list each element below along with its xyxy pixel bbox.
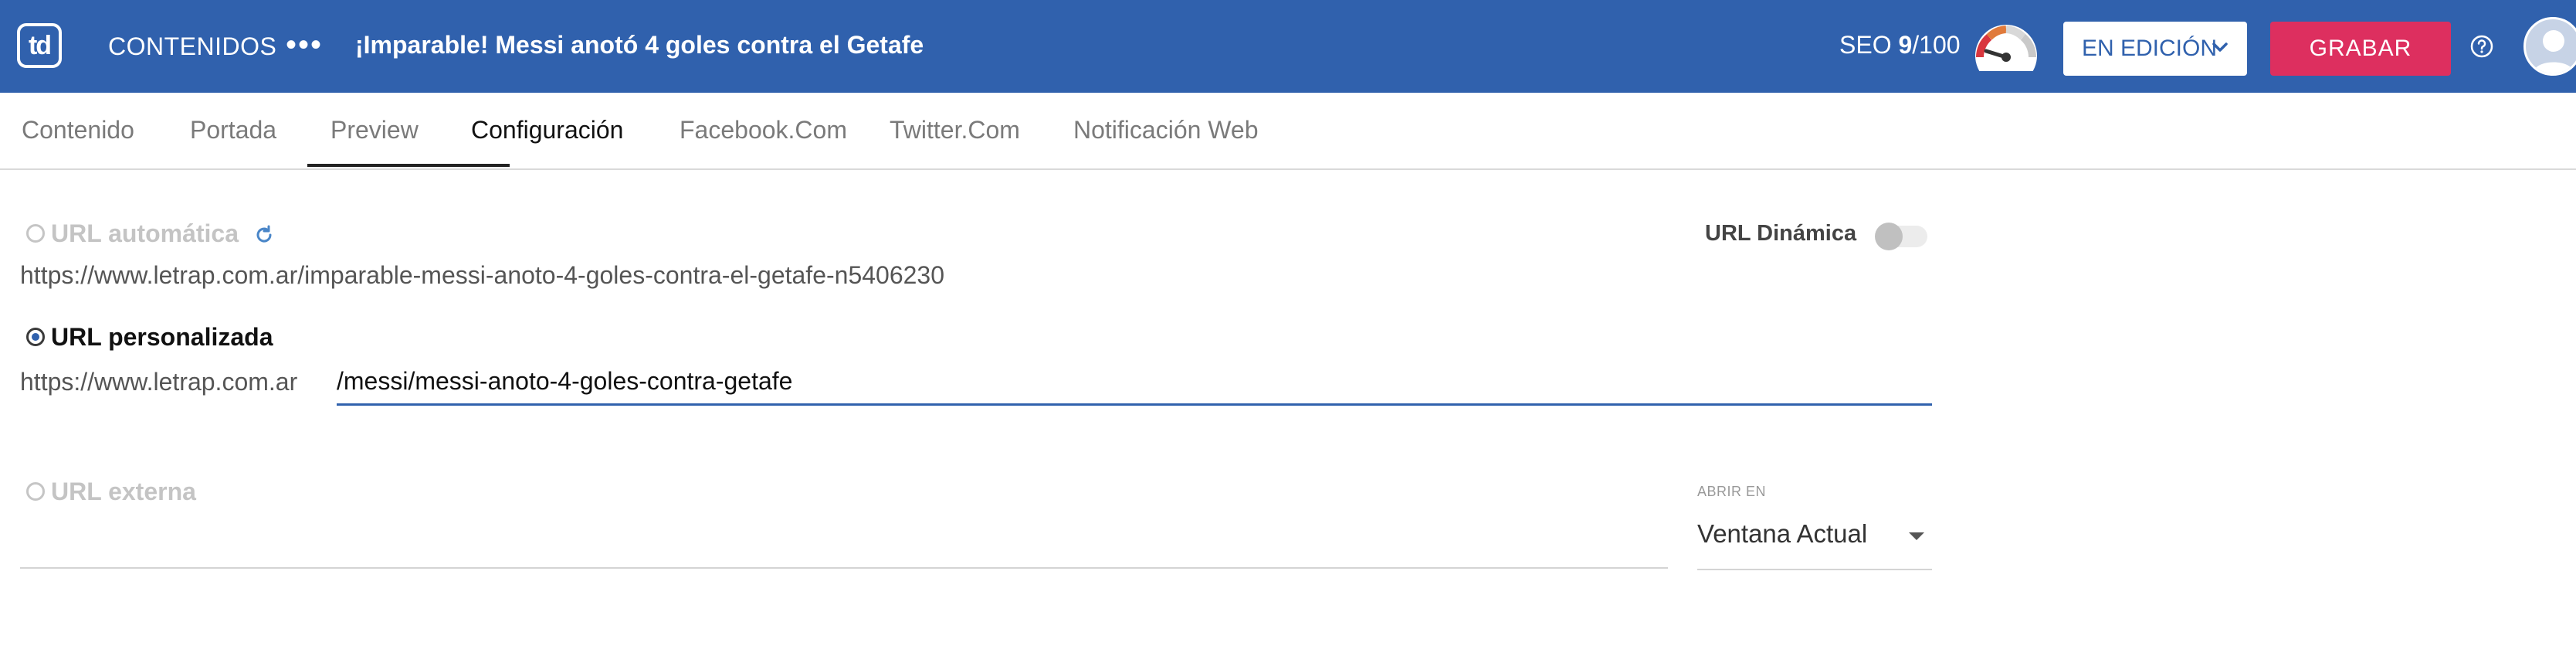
tab-contenido[interactable]: Contenido bbox=[22, 116, 134, 144]
open-in-select[interactable]: Ventana Actual bbox=[1697, 515, 1932, 570]
top-bar: td CONTENIDOS ••• ¡Imparable! Messi anot… bbox=[0, 0, 2576, 93]
base-url-prefix: https://www.letrap.com.ar bbox=[20, 368, 298, 396]
help-icon[interactable] bbox=[2469, 34, 2494, 59]
seo-gauge-icon bbox=[1975, 25, 2037, 71]
external-url-input[interactable] bbox=[20, 567, 1668, 569]
external-url-label: URL externa bbox=[51, 478, 196, 505]
auto-url-radio[interactable] bbox=[26, 224, 45, 243]
seo-value: 9 bbox=[1898, 31, 1913, 59]
caret-down-icon bbox=[1909, 532, 1924, 540]
section-menu[interactable]: CONTENIDOS bbox=[108, 32, 276, 61]
seo-label: SEO bbox=[1839, 31, 1892, 59]
open-in-label: ABRIR EN bbox=[1697, 484, 1767, 499]
chevron-down-icon bbox=[2212, 42, 2228, 52]
status-dropdown[interactable]: EN EDICIÓN bbox=[2063, 22, 2247, 76]
save-button[interactable]: GRABAR bbox=[2270, 22, 2451, 76]
tab-portada[interactable]: Portada bbox=[190, 116, 276, 144]
auto-url-value: https://www.letrap.com.ar/imparable-mess… bbox=[20, 261, 945, 289]
tab-bar: Contenido Portada Preview Configuración … bbox=[0, 93, 2576, 170]
custom-url-label: URL personalizada bbox=[51, 323, 273, 351]
custom-url-radio[interactable] bbox=[26, 328, 45, 346]
open-in-value: Ventana Actual bbox=[1697, 519, 1868, 548]
tab-facebook[interactable]: Facebook.Com bbox=[680, 116, 847, 144]
tab-configuracion[interactable]: Configuración bbox=[471, 116, 623, 144]
user-avatar[interactable] bbox=[2523, 17, 2576, 76]
app-logo[interactable]: td bbox=[17, 23, 62, 68]
external-url-radio[interactable] bbox=[26, 482, 45, 501]
status-value: EN EDICIÓN bbox=[2082, 36, 2218, 61]
tab-preview[interactable]: Preview bbox=[330, 116, 419, 144]
active-tab-indicator bbox=[307, 164, 510, 167]
user-icon bbox=[2532, 30, 2575, 73]
custom-url-input[interactable] bbox=[337, 359, 1932, 406]
tab-twitter[interactable]: Twitter.Com bbox=[890, 116, 1020, 144]
more-options-icon[interactable]: ••• bbox=[286, 28, 323, 63]
auto-url-label: URL automática bbox=[51, 219, 239, 247]
dynamic-url-toggle[interactable] bbox=[1875, 223, 1927, 250]
seo-max: /100 bbox=[1912, 31, 1961, 59]
article-title: ¡Imparable! Messi anotó 4 goles contra e… bbox=[355, 31, 924, 59]
seo-score: SEO 9/100 bbox=[1839, 31, 1961, 60]
toggle-knob bbox=[1875, 223, 1903, 250]
dynamic-url-label: URL Dinámica bbox=[1705, 221, 1857, 246]
refresh-icon[interactable] bbox=[253, 224, 275, 246]
tab-notificacion-web[interactable]: Notificación Web bbox=[1073, 116, 1259, 144]
